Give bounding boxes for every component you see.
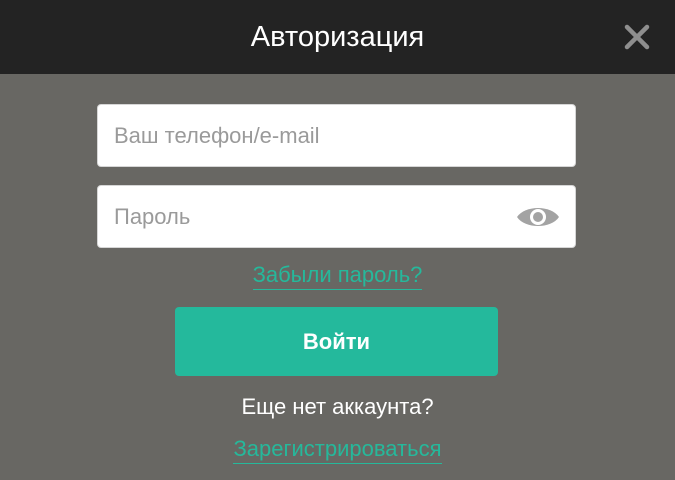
phone-email-input[interactable] (98, 105, 575, 166)
show-password-button[interactable] (515, 203, 561, 231)
modal-header: Авторизация (0, 0, 675, 74)
login-modal: Авторизация Забыли пароль? Войти Еще нет… (0, 0, 675, 480)
modal-title: Авторизация (250, 21, 425, 53)
password-field[interactable] (97, 185, 576, 248)
register-row: Зарегистрироваться (0, 436, 675, 464)
phone-email-field[interactable] (97, 104, 576, 167)
forgot-password-row: Забыли пароль? (0, 262, 675, 290)
eye-icon (517, 208, 559, 226)
close-button[interactable] (620, 20, 654, 54)
password-input[interactable] (98, 186, 575, 247)
no-account-text: Еще нет аккаунта? (241, 394, 434, 419)
register-link[interactable]: Зарегистрироваться (233, 436, 442, 464)
close-icon (624, 24, 650, 50)
forgot-password-link[interactable]: Забыли пароль? (252, 262, 423, 290)
login-button[interactable]: Войти (175, 307, 498, 376)
